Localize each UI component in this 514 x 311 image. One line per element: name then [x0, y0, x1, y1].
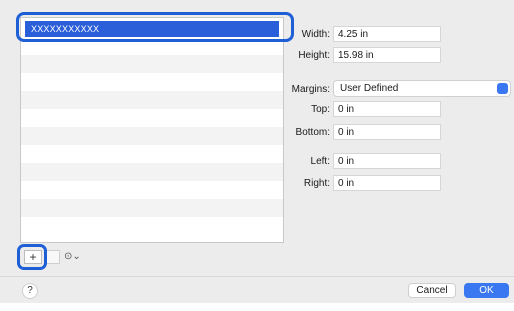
right-margin-label: Right:: [303, 178, 330, 189]
top-margin-field[interactable]: 0 in: [333, 101, 441, 117]
list-item-selected[interactable]: XXXXXXXXXXX: [25, 21, 279, 37]
list-item: [21, 55, 283, 73]
list-item: [21, 163, 283, 181]
help-button[interactable]: ?: [22, 283, 38, 299]
top-margin-label: Top:: [311, 104, 330, 115]
custom-paper-size-dialog: XXXXXXXXXXX + ⊙⌄ Width: 4.25 in Height: …: [0, 0, 514, 311]
list-item: [21, 199, 283, 217]
footer-divider: [0, 276, 514, 277]
list-item: [21, 91, 283, 109]
bottom-margin-label: Bottom:: [295, 127, 330, 138]
left-margin-label: Left:: [310, 156, 330, 167]
add-button[interactable]: +: [24, 250, 42, 264]
window-edge: [0, 303, 514, 311]
paper-size-list[interactable]: XXXXXXXXXXX: [20, 17, 284, 243]
list-item: [21, 217, 283, 235]
width-field[interactable]: 4.25 in: [333, 26, 441, 42]
list-item: [21, 145, 283, 163]
gear-icon: ⊙⌄: [64, 251, 81, 262]
action-menu-button[interactable]: ⊙⌄: [64, 250, 90, 264]
select-arrows-icon: [497, 83, 508, 94]
ok-button[interactable]: OK: [464, 283, 509, 298]
height-label: Height:: [298, 50, 330, 61]
list-item: [21, 37, 283, 55]
list-item: [21, 181, 283, 199]
list-item: [21, 127, 283, 145]
margins-select-value: User Defined: [340, 83, 399, 94]
left-margin-field[interactable]: 0 in: [333, 153, 441, 169]
remove-button[interactable]: [44, 250, 60, 264]
list-item: [21, 109, 283, 127]
margins-label: Margins:: [291, 84, 330, 95]
right-margin-field[interactable]: 0 in: [333, 175, 441, 191]
bottom-margin-field[interactable]: 0 in: [333, 124, 441, 140]
margins-select[interactable]: User Defined: [333, 80, 511, 97]
width-label: Width:: [301, 29, 330, 40]
cancel-button[interactable]: Cancel: [408, 283, 456, 298]
height-field[interactable]: 15.98 in: [333, 47, 441, 63]
list-item: [21, 73, 283, 91]
